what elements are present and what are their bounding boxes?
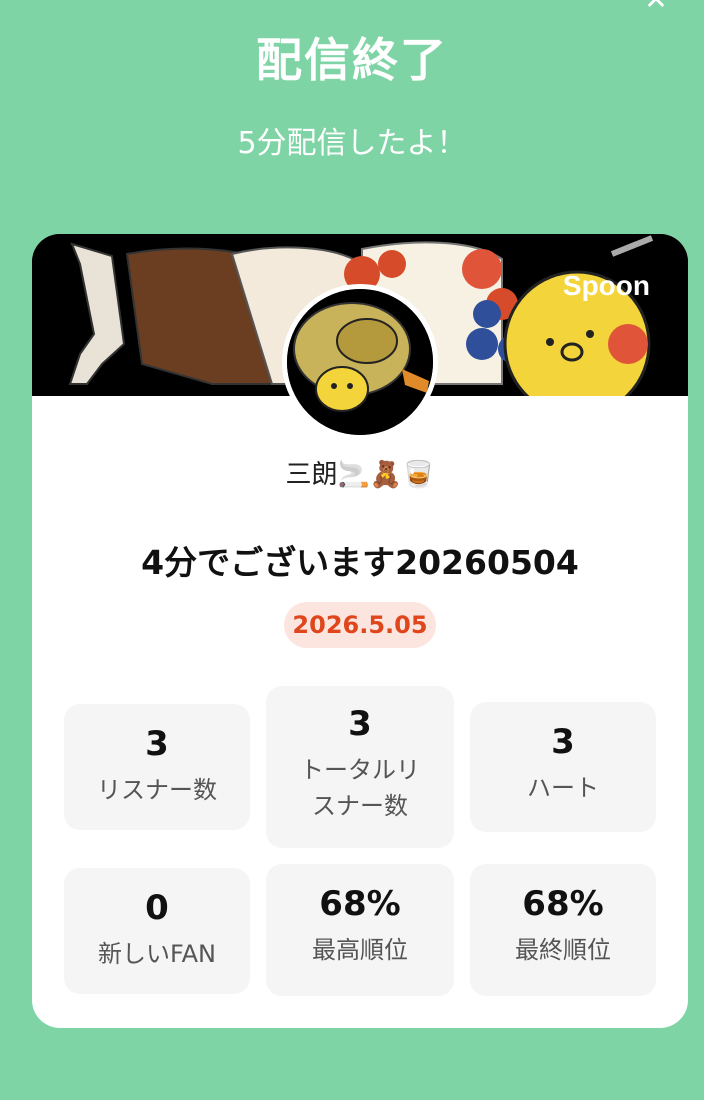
avatar-illustration xyxy=(287,289,433,435)
stat-value: 68% xyxy=(522,884,604,924)
spoon-logo: Spoon xyxy=(562,270,650,301)
stat-total-listeners: 3 トータルリ スナー数 xyxy=(266,686,454,848)
stat-label: スナー数 xyxy=(312,792,408,820)
close-button[interactable]: ✕ xyxy=(636,0,676,14)
stat-value: 3 xyxy=(145,724,169,764)
stat-hearts: 3 ハート xyxy=(470,702,656,832)
stream-summary-card: Spoon 三朗🚬🧸🥃 4分でございます20260504 2026.5.05 3… xyxy=(32,234,688,1028)
stream-title: 4分でございます20260504 xyxy=(141,543,579,582)
stat-final-rank: 68% 最終順位 xyxy=(470,864,656,996)
stat-best-rank: 68% 最高順位 xyxy=(266,864,454,996)
stat-value: 3 xyxy=(348,704,372,744)
stat-value: 68% xyxy=(319,884,401,924)
stat-label: ハート xyxy=(527,774,599,802)
stat-label: リスナー数 xyxy=(97,776,217,804)
stat-label: トータルリ xyxy=(300,756,420,784)
avatar xyxy=(282,284,438,440)
page-title: 配信終了 xyxy=(256,33,448,87)
stat-label: 最高順位 xyxy=(312,936,408,964)
close-icon: ✕ xyxy=(644,0,667,16)
username: 三朗🚬🧸🥃 xyxy=(285,460,435,490)
stat-new-fans: 0 新しいFAN xyxy=(64,868,250,994)
date-badge: 2026.5.05 xyxy=(284,602,436,648)
stat-value: 3 xyxy=(551,722,575,762)
stat-value: 0 xyxy=(145,888,169,928)
page-subtitle: 5分配信したよ！ xyxy=(237,126,467,161)
stat-label: 最終順位 xyxy=(515,936,611,964)
stat-label: 新しいFAN xyxy=(98,940,216,968)
stat-listeners: 3 リスナー数 xyxy=(64,704,250,830)
